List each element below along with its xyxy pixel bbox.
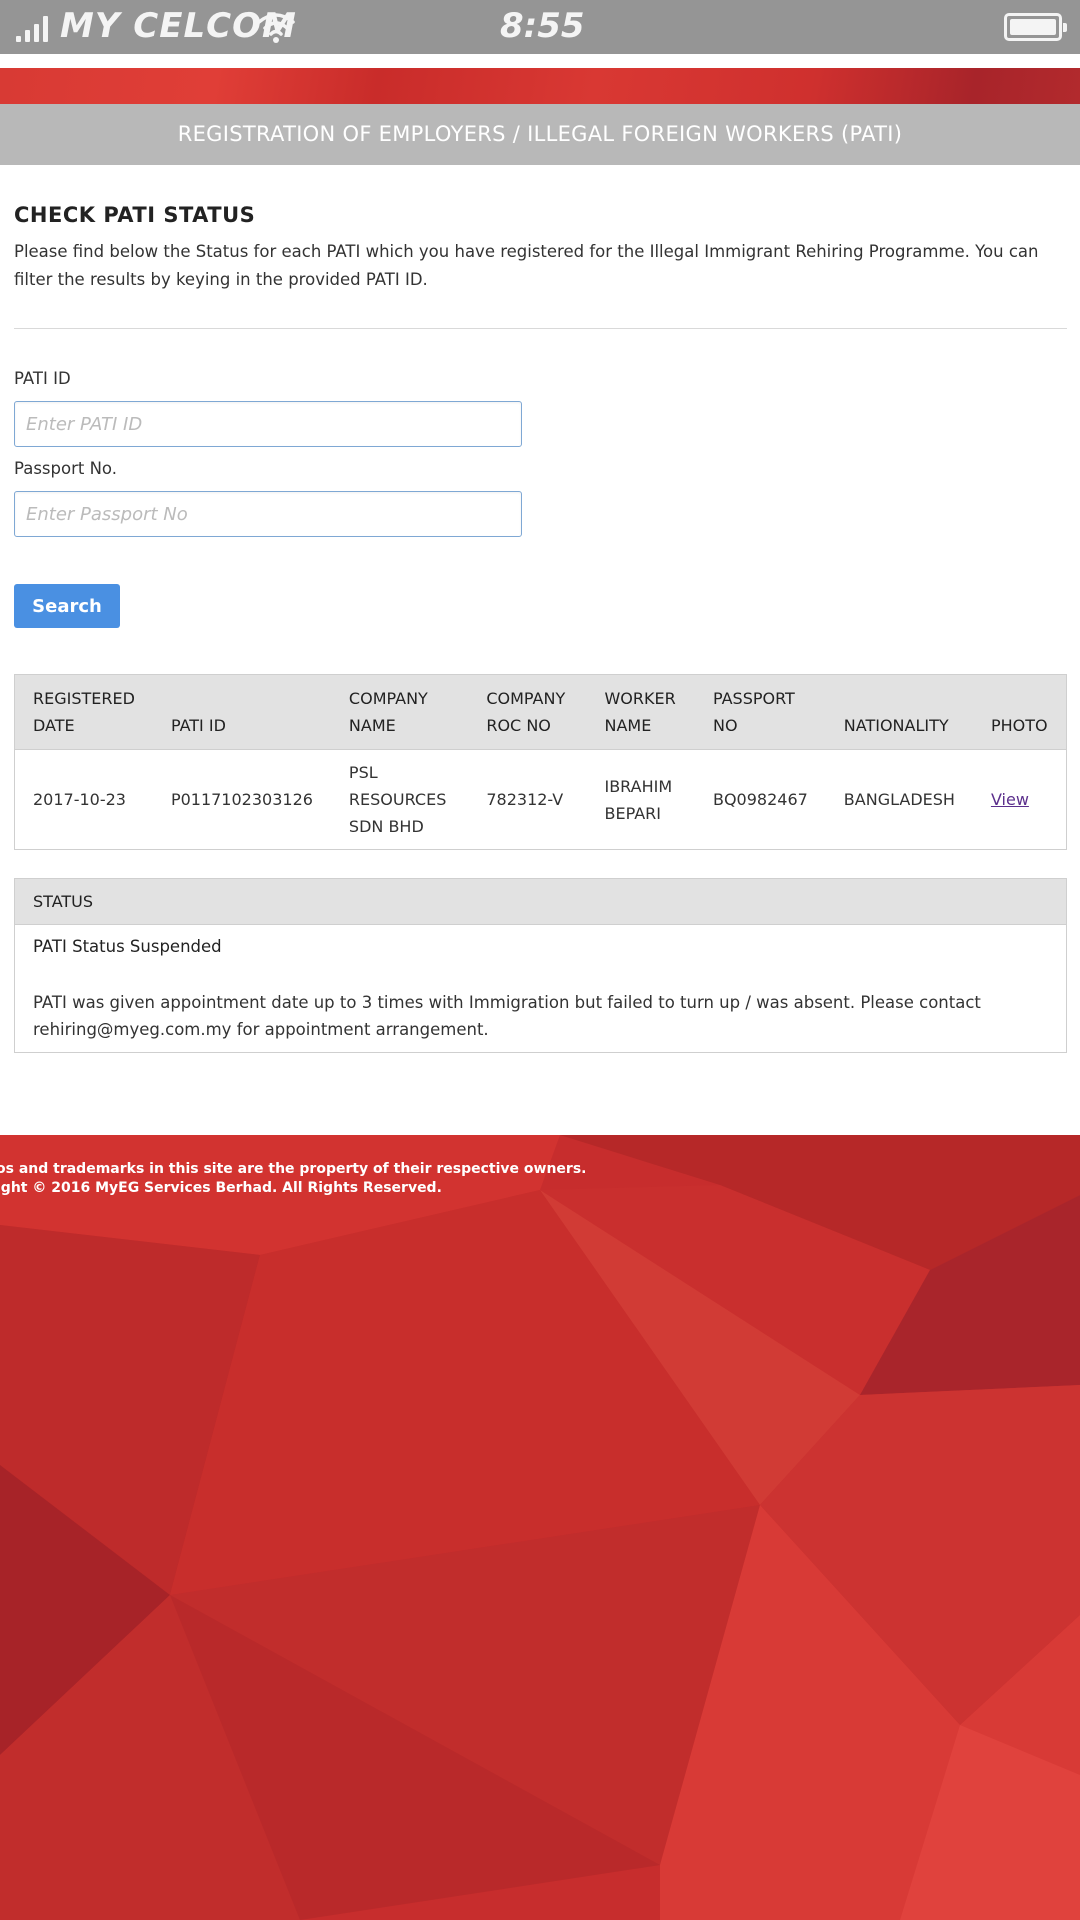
divider (14, 328, 1067, 329)
header-banner (0, 68, 1080, 104)
column-header-company-roc-no: Company ROC No (468, 674, 587, 750)
status-title: PATI Status Suspended (33, 937, 222, 956)
passport-no-input[interactable] (14, 491, 522, 537)
device-status-bar: MY CELCOM 8:55 (0, 0, 1080, 54)
column-header-registered-date: Registered Date (14, 674, 153, 750)
column-header-pati-id: PATI ID (152, 674, 331, 750)
column-header-photo: Photo (972, 674, 1067, 750)
column-header-worker-name: Worker Name (586, 674, 695, 750)
footer-copyright: os and trademarks in this site are the p… (0, 1160, 586, 1198)
wifi-icon (257, 13, 295, 43)
pati-id-input[interactable] (14, 401, 522, 447)
footer-background (0, 1135, 1080, 1920)
status-header: STATUS (15, 879, 1066, 925)
signal-bars-icon (16, 14, 56, 42)
status-panel: STATUS PATI Status Suspended PATI was gi… (14, 878, 1067, 1053)
status-message: PATI was given appointment date up to 3 … (33, 993, 981, 1039)
footer: os and trademarks in this site are the p… (0, 1135, 1080, 1920)
view-photo-link[interactable]: View (991, 790, 1029, 809)
passport-no-label: Passport No. (14, 459, 117, 478)
cell-photo: View (973, 750, 1067, 850)
page-header-title: REGISTRATION OF EMPLOYERS / ILLEGAL FORE… (0, 104, 1080, 165)
table-header-row: Registered Date PATI ID Company Name Com… (14, 674, 1067, 750)
cell-passport-no: BQ0982467 (712, 790, 808, 809)
footer-line-copyright: ight © 2016 MyEG Services Berhad. All Ri… (0, 1180, 442, 1196)
cell-company-name: PSL RESOURCES SDN BHD (348, 763, 447, 836)
column-header-company-name: Company Name (330, 674, 469, 750)
section-title: CHECK PATI STATUS (14, 203, 256, 227)
cell-worker-name: IBRAHIM BEPARI (604, 776, 673, 823)
battery-icon (1004, 13, 1067, 41)
cell-pati-id: P0117102303126 (170, 790, 313, 809)
cell-registered-date: 2017-10-23 (33, 790, 126, 809)
cell-company-roc-no: 782312-V (486, 790, 564, 809)
clock: 8:55 (500, 6, 585, 46)
footer-line-trademarks: os and trademarks in this site are the p… (0, 1161, 587, 1177)
page: MY CELCOM 8:55 REGISTRATION OF EMPLOYERS… (0, 0, 1080, 1920)
column-header-passport-no: Passport No (694, 674, 826, 750)
table-row: 2017-10-23 P0117102303126 PSL RESOURCES … (15, 750, 1067, 850)
search-button[interactable]: Search (14, 584, 120, 628)
column-header-nationality: Nationality (825, 674, 973, 750)
cell-nationality: BANGLADESH (843, 790, 955, 809)
results-table: Registered Date PATI ID Company Name Com… (14, 674, 1067, 850)
section-description: Please find below the Status for each PA… (14, 242, 1039, 289)
pati-id-label: PATI ID (14, 369, 71, 388)
